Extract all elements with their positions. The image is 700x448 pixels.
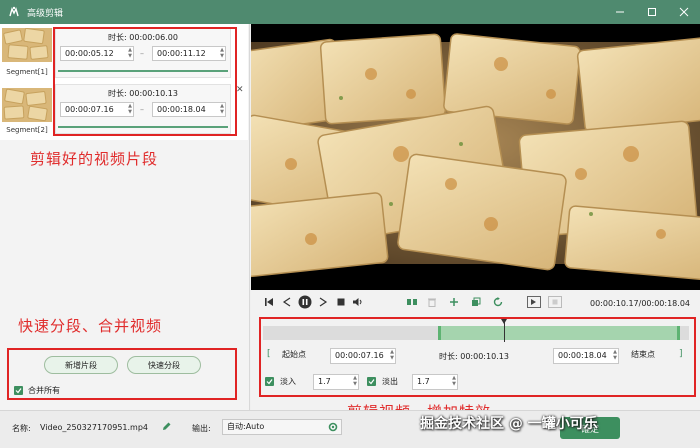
merge-all-checkbox[interactable]: [14, 386, 23, 395]
name-label: 名称:: [12, 424, 31, 433]
app-logo-icon: [7, 5, 21, 19]
segment-1-thumbnail[interactable]: [2, 28, 52, 62]
fade-in-checkbox[interactable]: [265, 377, 274, 386]
name-value: Video_250327170951.mp4: [40, 423, 148, 432]
delete-icon[interactable]: [426, 296, 438, 308]
mark-in-icon[interactable]: [527, 296, 541, 308]
fade-in-input[interactable]: 1.7 ▲ ▼: [313, 374, 359, 390]
gear-icon[interactable]: [328, 422, 338, 432]
copy-icon[interactable]: [470, 296, 482, 308]
window-title: 高级剪辑: [27, 8, 64, 19]
title-bar: 高级剪辑: [0, 0, 700, 24]
fade-out-checkbox[interactable]: [367, 377, 376, 386]
mark-out-icon[interactable]: [548, 296, 562, 308]
annotation-segments: 剪辑好的视频片段: [30, 150, 159, 168]
edit-name-icon[interactable]: [162, 421, 172, 431]
start-bracket-icon: [: [267, 349, 271, 359]
step-back-icon[interactable]: [281, 296, 293, 308]
timeline-selection[interactable]: [437, 326, 681, 340]
skip-start-icon[interactable]: [263, 296, 275, 308]
quick-split-button[interactable]: 快速分段: [127, 356, 201, 374]
add-icon[interactable]: [448, 296, 460, 308]
edit-controls: 00:00:10.17/00:00:18.04 [ 起始点 00:00:07.1…: [251, 290, 700, 421]
add-segment-button[interactable]: 新增片段: [44, 356, 118, 374]
segment-1-label: Segment[1]: [6, 68, 48, 76]
annotation-split: 快速分段、合并视频: [18, 317, 163, 335]
video-frame-crackers: [251, 24, 700, 290]
end-time-input[interactable]: 00:00:18.04 ▲ ▼: [553, 348, 619, 364]
split-icon[interactable]: [406, 296, 418, 308]
end-bracket-icon: ]: [679, 349, 683, 359]
fade-out-label: 淡出: [382, 377, 398, 386]
output-select[interactable]: 自动:Auto: [222, 419, 342, 435]
duration-value: 00:00:10.13: [460, 352, 509, 361]
merge-all-label: 合并所有: [28, 386, 60, 395]
video-preview[interactable]: [251, 24, 700, 290]
volume-icon[interactable]: [352, 296, 364, 308]
step-forward-icon[interactable]: [317, 296, 329, 308]
segment-2-thumbnail[interactable]: [2, 88, 52, 122]
duration-label: 时长: 00:00:10.13: [439, 352, 509, 361]
segment-sidebar: Segment[1] 时长: 00:00:06.00 00:00:05.12 ▲ ▼…: [0, 24, 250, 410]
fade-out-input[interactable]: 1.7 ▲ ▼: [412, 374, 458, 390]
output-label: 输出:: [192, 424, 211, 433]
watermark-text: 掘金技术社区 @ 一罐小可乐: [420, 416, 598, 432]
end-point-button[interactable]: 结束点: [627, 348, 677, 364]
timeline-track[interactable]: [263, 326, 689, 340]
reset-icon[interactable]: [492, 296, 504, 308]
segment-2-label: Segment[2]: [6, 126, 48, 134]
start-point-button[interactable]: 起始点: [278, 348, 328, 364]
annotation-box-segments: [53, 27, 237, 136]
time-readout: 00:00:10.17/00:00:18.04: [589, 299, 690, 308]
playhead[interactable]: [500, 319, 507, 342]
stop-icon[interactable]: [335, 296, 347, 308]
remove-segment-icon[interactable]: ✕: [236, 85, 244, 95]
start-time-input[interactable]: 00:00:07.16 ▲ ▼: [330, 348, 396, 364]
bottom-bar: 名称: Video_250327170951.mp4 输出: 自动:Auto 確…: [0, 410, 700, 448]
close-icon[interactable]: [668, 0, 700, 24]
minimize-icon[interactable]: [604, 0, 636, 24]
fade-in-label: 淡入: [280, 377, 296, 386]
pause-icon[interactable]: [298, 295, 312, 309]
maximize-icon[interactable]: [636, 0, 668, 24]
